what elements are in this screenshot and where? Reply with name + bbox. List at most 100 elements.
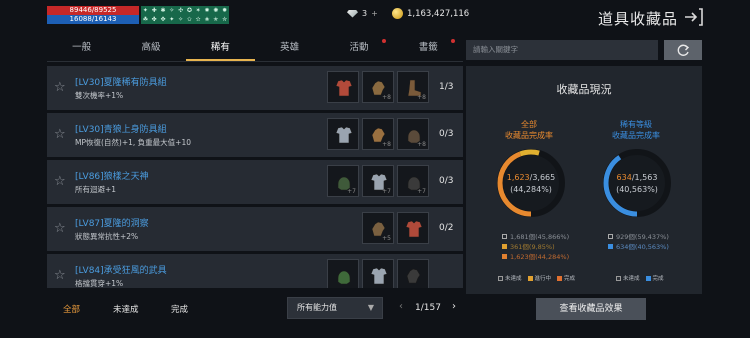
filter-incomplete[interactable]: 未達成 [113,303,139,315]
exit-icon[interactable] [684,8,704,26]
legend-item: 完成 [557,274,575,282]
item-slot[interactable] [327,259,359,288]
buff-icon: ✶ [195,7,201,14]
next-page-icon[interactable]: › [452,301,456,312]
stat-text: 634個(40,563%) [616,243,669,251]
enchant-level: +7 [382,188,391,195]
gold-amount: 1,163,427,116 [407,8,470,19]
dropdown-value: 所有能力值 [297,303,337,312]
legend-swatch [616,275,621,281]
chevron-down-icon: ▼ [367,303,374,312]
tab-4[interactable]: 活動 [324,36,393,61]
buff-icon: ✭ [213,16,219,23]
legend-swatch [498,275,503,281]
legend-item: 進行中 [527,274,551,282]
legend-item: 未達成 [498,274,522,282]
item-slot[interactable]: +8 [397,118,429,150]
armor-icon [405,220,423,238]
collection-title: [LV86]狼樣之天神 [75,172,149,182]
item-slot[interactable]: +5 [362,212,394,244]
buff-icon: ✮ [222,16,228,23]
collection-row[interactable]: ☆ [LV30]夏隆稀有防具組 雙次機率+1% +8 +8 1/3 [47,66,463,110]
bottom-bar: 全部 未達成 完成 所有能力值 ▼ ‹ 1/157 › [47,295,463,323]
gold-coin-icon [392,8,403,19]
legend-swatch [502,253,507,259]
item-slot[interactable] [327,71,359,103]
tab-1[interactable]: 高級 [116,36,185,61]
stat-filter-dropdown[interactable]: 所有能力值 ▼ [287,297,383,319]
prev-page-icon[interactable]: ‹ [399,301,403,312]
completion-stat-line: 1,623個(44,284%) [502,251,569,261]
all-ring-text: 1,623/3,665 (44,284%) [494,172,568,196]
buff-icon: ✚ [151,7,157,14]
gauntlet-icon [406,268,421,284]
all-completion-heading: 全部 收藏品完成率 [484,119,574,141]
legend-swatch [645,275,651,281]
tab-label: 英雄 [280,42,300,53]
refresh-button[interactable] [664,40,702,60]
gem-count: 3 [362,9,368,18]
hp-value: 89446/89525 [47,6,139,15]
legend-swatch [557,275,563,281]
buff-icon: ✹ [222,7,228,14]
grade-tabs: 一般 高級 稀有 英雄 活動 書籤 [47,36,463,62]
item-slot[interactable]: +8 [362,118,394,150]
collection-row[interactable]: ☆ [LV84]承受狂風的武具 格擋貫穿+1% [47,254,463,288]
search-input[interactable]: 請輸入關鍵字 [466,40,658,60]
enchant-level: +5 [382,235,391,242]
tab-5[interactable]: 書籤 [394,36,463,61]
legend-label: 未達成 [505,276,522,282]
buff-icon: ✫ [195,16,201,23]
tab-2[interactable]: 稀有 [185,36,255,61]
buff-icon: ✺ [213,7,219,14]
legend-swatch [608,243,613,249]
tab-label: 高級 [141,42,161,53]
legend-swatch [608,233,613,239]
all-total: /3,665 [529,173,556,182]
item-slot[interactable]: +7 [397,165,429,197]
diamond-icon [347,9,358,18]
rare-ring-text: 634/1,563 (40,563%) [600,172,674,196]
tab-3[interactable]: 英雄 [255,36,324,61]
bookmark-star-icon[interactable]: ☆ [54,268,66,283]
bookmark-star-icon[interactable]: ☆ [54,127,66,142]
bookmark-star-icon[interactable]: ☆ [54,221,66,236]
item-slot[interactable] [362,259,394,288]
bookmark-star-icon[interactable]: ☆ [54,174,66,189]
item-slot[interactable] [397,212,429,244]
item-slot[interactable] [397,259,429,288]
armor-icon [370,267,388,285]
collection-progress: 0/2 [439,223,454,233]
item-slot[interactable] [327,118,359,150]
tab-0[interactable]: 一般 [47,36,116,61]
collection-row[interactable]: ☆ [LV86]狼樣之天神 所有迴避+1 +7 +7 +7 0/3 [47,160,463,204]
armor-icon [335,126,353,144]
collection-row[interactable]: ☆ [LV87]夏隆的洞察 狀態異常抗性+2% +5 0/2 [47,207,463,251]
buff-icon: ✤ [151,16,157,23]
collection-title: [LV30]青狼上身防具組 [75,125,167,135]
collection-list: ☆ [LV30]夏隆稀有防具組 雙次機率+1% +8 +8 1/3 ☆ [LV30]青狼上身防… [47,66,463,288]
item-slot[interactable]: +8 [362,71,394,103]
rare-legend: 未達成 完成 [616,274,664,282]
buff-icon: ☘ [142,16,149,23]
tab-label: 活動 [349,42,369,53]
filter-complete[interactable]: 完成 [171,303,188,315]
filter-all[interactable]: 全部 [63,303,80,315]
rare-complete-value: 634 [616,173,632,182]
item-slot[interactable]: +7 [362,165,394,197]
item-slot[interactable]: +7 [327,165,359,197]
tab-label: 稀有 [210,42,230,53]
bookmark-star-icon[interactable]: ☆ [54,80,66,95]
buff-icon: ✬ [204,16,210,23]
buff-icon: ✧ [178,16,184,23]
collection-row[interactable]: ☆ [LV30]青狼上身防具組 MP恢復(自然)+1, 負重最大值+10 +8 +8 0/… [47,113,463,157]
legend-item: 完成 [645,274,664,282]
gem-currency[interactable]: 3 + [347,9,378,18]
all-legend: 未達成 進行中 完成 [498,274,575,282]
item-slot[interactable]: +8 [397,71,429,103]
view-collection-effect-button[interactable]: 查看收藏品效果 [536,298,646,320]
search-placeholder: 請輸入關鍵字 [473,45,518,54]
collection-bonus: 狀態異常抗性+2% [75,232,139,241]
armor-icon [335,79,353,97]
legend-swatch [502,243,507,249]
